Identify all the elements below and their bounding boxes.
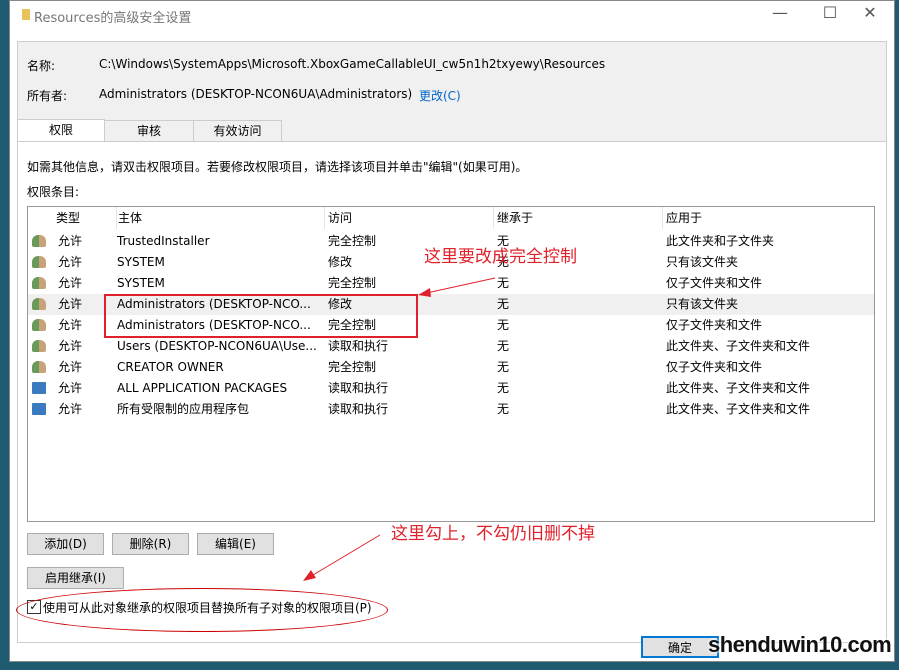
watermark: shenduwin10.com: [708, 632, 892, 657]
annotation-check-this: 这里勾上，不勾仍旧删不掉: [391, 524, 595, 544]
annotation-full-control: 这里要改成完全控制: [424, 247, 577, 267]
annotation-arrows: [303, 277, 496, 581]
